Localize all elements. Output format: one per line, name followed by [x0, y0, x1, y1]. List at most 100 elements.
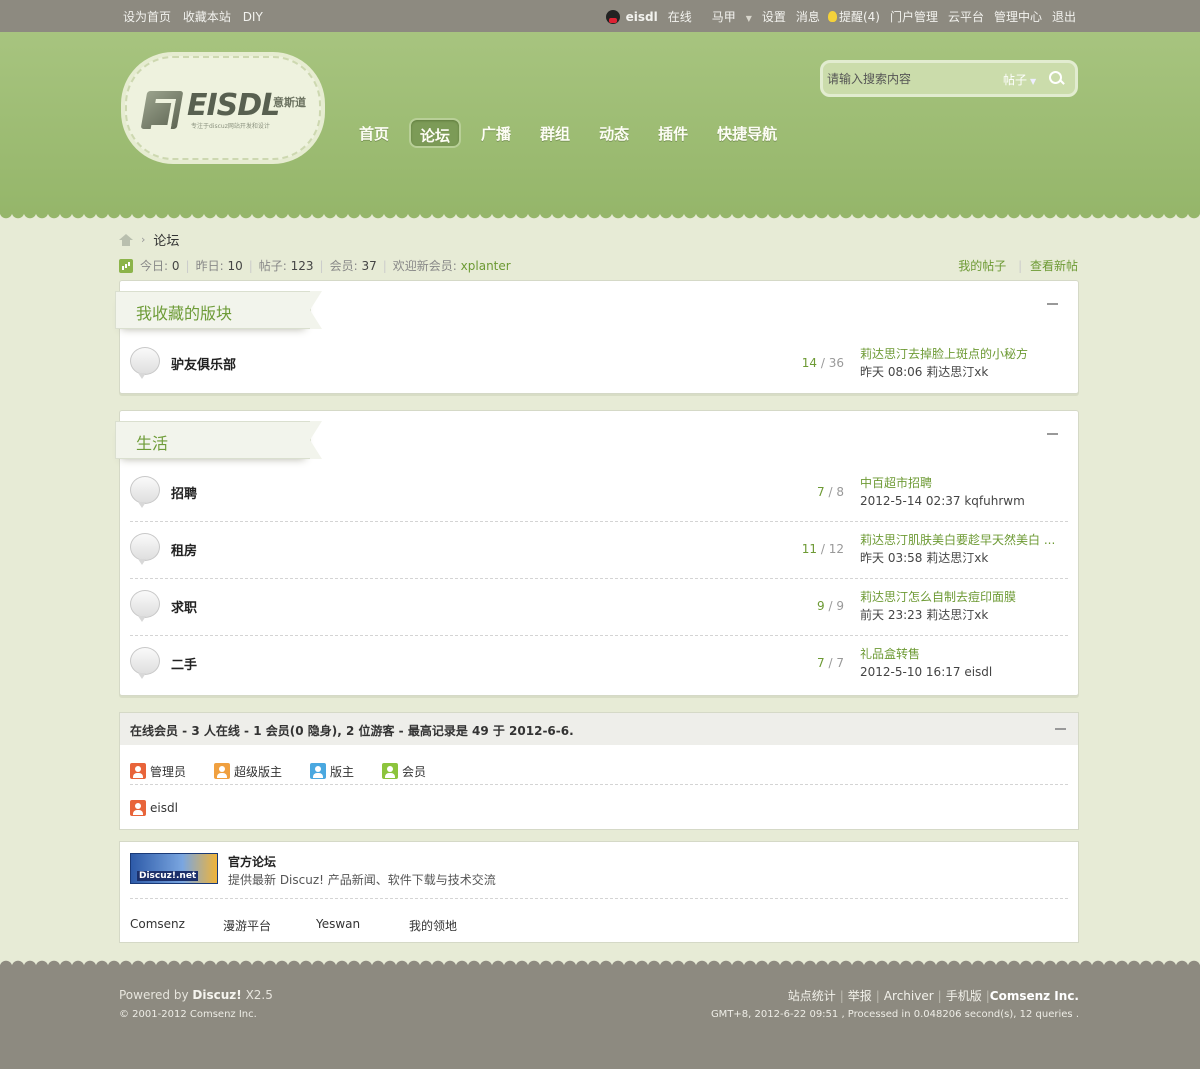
divider: |	[937, 989, 942, 1003]
last-post-meta: 前天 23:23 莉达思汀xk	[860, 608, 989, 622]
divider	[130, 898, 1068, 899]
moderator-user-icon	[310, 763, 327, 779]
messages-link[interactable]: 消息	[796, 8, 820, 25]
divider: |	[839, 989, 844, 1003]
divider: |	[319, 258, 324, 273]
text-link[interactable]: Comsenz	[130, 917, 185, 931]
text-link[interactable]: Yeswan	[316, 917, 360, 931]
username-link[interactable]: eisdl	[626, 10, 658, 24]
logo-cn: 意斯道	[273, 96, 306, 109]
forum-count: 7 / 7	[817, 656, 844, 670]
last-post-title[interactable]: 中百超市招聘	[860, 474, 1065, 492]
footer-link-report[interactable]: 举报	[848, 989, 872, 1003]
diy-link[interactable]: DIY	[243, 10, 263, 24]
last-post: 中百超市招聘 2012-5-14 02:37 kqfuhrwm	[860, 474, 1065, 510]
logout-link[interactable]: 退出	[1052, 8, 1076, 25]
last-post-title[interactable]: 莉达思汀肌肤美白要趁早天然美白 ...	[860, 531, 1065, 549]
collapse-icon[interactable]	[1047, 433, 1058, 435]
forum-count: 11 / 12	[801, 542, 844, 556]
collapse-icon[interactable]	[1047, 303, 1058, 305]
new-posts-link[interactable]: 查看新帖	[1030, 259, 1078, 273]
admin-center-link[interactable]: 管理中心	[994, 8, 1042, 25]
forum-threads: 9	[817, 599, 825, 613]
forum-name[interactable]: 租房	[171, 540, 197, 559]
discuz-link[interactable]: Discuz!	[192, 988, 241, 1002]
forum-posts: 9	[836, 599, 844, 613]
site-logo[interactable]: EISDL 意斯道 专注于discuz网站开发和设计	[125, 56, 321, 160]
forum-threads: 7	[817, 656, 825, 670]
forum-name[interactable]: 求职	[171, 597, 197, 616]
nav-home[interactable]: 首页	[350, 118, 398, 148]
forum-name[interactable]: 驴友俱乐部	[171, 354, 236, 373]
mahua-menu[interactable]: 马甲 ▼	[702, 8, 752, 25]
forum-threads: 7	[817, 485, 825, 499]
forum-name[interactable]: 二手	[171, 654, 197, 673]
last-post-title[interactable]: 礼品盒转售	[860, 645, 1065, 663]
home-icon[interactable]	[119, 233, 133, 246]
stat-posts: 123	[290, 258, 314, 273]
last-post-title[interactable]: 莉达思汀怎么自制去痘印面膜	[860, 588, 1065, 606]
breadcrumb-current[interactable]: 论坛	[153, 230, 179, 249]
logo-mark-icon	[140, 91, 184, 129]
forum-threads: 14	[801, 356, 818, 370]
forum-row: 租房 11 / 12 莉达思汀肌肤美白要趁早天然美白 ... 昨天 03:58 …	[130, 522, 1068, 579]
divider: |	[875, 989, 880, 1003]
footer-company-link[interactable]: Comsenz Inc.	[990, 989, 1079, 1003]
stat-members: 37	[361, 258, 377, 273]
nav-broadcast[interactable]: 广播	[472, 118, 520, 148]
category-title[interactable]: 生活	[115, 421, 322, 459]
divider: |	[382, 258, 387, 273]
nav-groups[interactable]: 群组	[531, 118, 579, 148]
category-title[interactable]: 我收藏的版块	[115, 291, 322, 329]
legend-admin: 管理员	[130, 763, 186, 780]
forum-posts: 12	[828, 542, 844, 556]
footer-link-mobile[interactable]: 手机版	[946, 989, 982, 1003]
bookmark-link[interactable]: 收藏本站	[183, 10, 231, 24]
portal-manage-link[interactable]: 门户管理	[890, 8, 938, 25]
online-link[interactable]: 在线	[668, 8, 692, 25]
reminders-link[interactable]: 提醒(4)	[820, 8, 880, 25]
admin-user-icon	[130, 800, 146, 816]
my-posts-link[interactable]: 我的帖子	[958, 259, 1006, 273]
official-forum-link[interactable]: 官方论坛	[228, 853, 276, 870]
footer-link-archiver[interactable]: Archiver	[884, 989, 934, 1003]
forum-name[interactable]: 招聘	[171, 483, 197, 502]
nav-plugins[interactable]: 插件	[649, 118, 697, 148]
legend-label: 超级版主	[234, 764, 283, 779]
cloud-platform-link[interactable]: 云平台	[948, 8, 984, 25]
legend-super-mod: 超级版主	[214, 763, 282, 780]
text-link[interactable]: 漫游平台	[223, 917, 271, 934]
forum-stats: 今日: 0 | 昨日: 10 | 帖子: 123 | 会员: 37 | 欢迎新会…	[119, 257, 511, 274]
legend-label: 会员	[402, 764, 427, 779]
stat-yesterday-label: 昨日:	[195, 259, 224, 273]
copyright: © 2001-2012 Comsenz Inc.	[119, 1009, 257, 1020]
user-group-legend: 管理员 超级版主 版主 会员	[130, 758, 1068, 785]
forum-posts: 36	[828, 356, 844, 370]
online-header[interactable]: 在线会员 - 3 人在线 - 1 会员(0 隐身), 2 位游客 - 最高记录是…	[120, 713, 1078, 745]
nav-forum[interactable]: 论坛	[409, 118, 462, 148]
forum-count: 9 / 9	[817, 599, 844, 613]
online-user[interactable]: eisdl	[130, 800, 178, 816]
online-username[interactable]: eisdl	[150, 801, 178, 815]
qq-icon	[605, 9, 620, 24]
search-type-select[interactable]: 帖子 ▼	[1003, 71, 1036, 88]
settings-link[interactable]: 设置	[762, 8, 786, 25]
search-input[interactable]: 请输入搜索内容	[827, 68, 995, 90]
stat-welcome-label: 欢迎新会员:	[392, 259, 457, 273]
text-link[interactable]: 我的领地	[409, 917, 457, 934]
collapse-icon[interactable]	[1055, 728, 1066, 730]
forum-row: 招聘 7 / 8 中百超市招聘 2012-5-14 02:37 kqfuhrwm	[130, 465, 1068, 522]
legend-mod: 版主	[310, 763, 354, 780]
footer-link-stats[interactable]: 站点统计	[788, 989, 836, 1003]
last-post: 莉达思汀肌肤美白要趁早天然美白 ... 昨天 03:58 莉达思汀xk	[860, 531, 1065, 567]
nav-activity[interactable]: 动态	[590, 118, 638, 148]
main-nav: 首页 论坛 广播 群组 动态 插件 快捷导航	[350, 118, 797, 148]
logo-name: EISDL	[187, 88, 280, 123]
nav-quick[interactable]: 快捷导航	[708, 118, 786, 148]
set-homepage-link[interactable]: 设为首页	[123, 10, 171, 24]
forum-posts: 7	[836, 656, 844, 670]
new-member-link[interactable]: xplanter	[461, 259, 511, 273]
search-icon[interactable]	[1047, 69, 1067, 89]
last-post-title[interactable]: 莉达思汀去掉脸上斑点的小秘方	[860, 345, 1065, 363]
discuz-logo[interactable]: Discuz!.net	[130, 853, 218, 884]
